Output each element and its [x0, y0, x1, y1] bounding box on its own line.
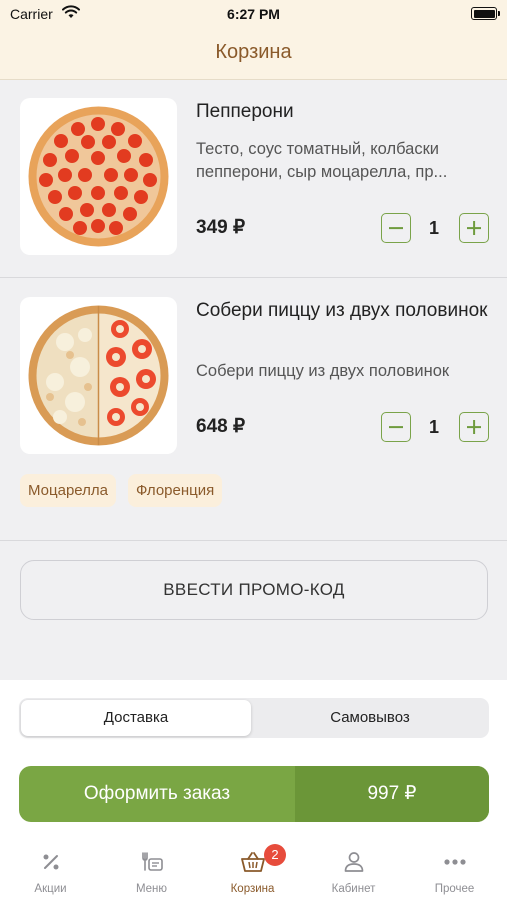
- quantity-value: 1: [428, 417, 439, 437]
- place-order-button[interactable]: Оформить заказ 997 ₽: [19, 766, 489, 822]
- tab-promotions[interactable]: Акции: [0, 840, 101, 900]
- item-description: Собери пиццу из двух половинок: [196, 362, 450, 380]
- pepperoni-pizza-image: [20, 98, 177, 255]
- plus-icon-vertical: [473, 420, 475, 434]
- decrease-quantity-button[interactable]: [381, 213, 411, 243]
- tab-label: Кабинет: [331, 883, 376, 895]
- cart-item[interactable]: Собери пиццу из двух половинок Собери пи…: [0, 279, 507, 541]
- topping-tag: Моцарелла: [20, 474, 116, 507]
- item-price: 349 ₽: [196, 217, 246, 238]
- half-half-pizza-image: [20, 297, 177, 454]
- navigation-bar: Корзина: [0, 30, 507, 80]
- item-name: Собери пиццу из двух половинок: [196, 300, 488, 321]
- status-bar: Carrier 6:27 PM: [0, 0, 507, 30]
- enter-promo-code-button[interactable]: ВВЕСТИ ПРОМО-КОД: [20, 560, 488, 620]
- increase-quantity-button[interactable]: [459, 412, 489, 442]
- order-total: 997 ₽: [295, 766, 489, 822]
- item-description: Тесто, соус томатный, колбаски пепперони…: [196, 140, 448, 181]
- quantity-value: 1: [428, 218, 439, 238]
- pizza-illustration: [28, 305, 169, 446]
- cart-count-badge: 2: [264, 844, 286, 866]
- pickup-option[interactable]: Самовывоз: [253, 700, 487, 736]
- item-price: 648 ₽: [196, 416, 246, 437]
- tab-label: Меню: [135, 883, 168, 895]
- delivery-option[interactable]: Доставка: [21, 700, 251, 736]
- place-order-label: Оформить заказ: [83, 783, 231, 804]
- minus-icon: [389, 227, 403, 229]
- topping-tag: Флоренция: [128, 474, 223, 507]
- item-name: Пепперони: [196, 101, 294, 122]
- percent-icon: [43, 854, 58, 870]
- tab-label: Прочее: [434, 883, 475, 895]
- menu-food-icon: [141, 852, 163, 871]
- cart-item[interactable]: Пепперони Тесто, соус томатный, колбаски…: [0, 80, 507, 278]
- tab-label: Акции: [34, 883, 67, 895]
- tab-account[interactable]: Кабинет: [303, 840, 404, 900]
- minus-icon: [389, 426, 403, 428]
- increase-quantity-button[interactable]: [459, 213, 489, 243]
- plus-icon-vertical: [473, 221, 475, 235]
- basket-icon: [240, 852, 265, 872]
- tab-more[interactable]: Прочее: [404, 840, 505, 900]
- page-title: Корзина: [215, 41, 292, 63]
- tab-label: Корзина: [230, 883, 275, 895]
- checkout-panel: Доставка Самовывоз Оформить заказ 997 ₽ …: [0, 680, 507, 900]
- delivery-method-selector[interactable]: Доставка Самовывоз: [19, 698, 489, 738]
- decrease-quantity-button[interactable]: [381, 412, 411, 442]
- tab-cart[interactable]: 2 Корзина: [202, 840, 303, 900]
- pizza-illustration: [28, 106, 169, 247]
- person-icon: [344, 852, 363, 872]
- more-dots-icon: [443, 859, 466, 865]
- status-time: 6:27 PM: [227, 6, 280, 22]
- tab-menu[interactable]: Меню: [101, 840, 202, 900]
- tab-bar: Акции Меню 2 Корзина Кабинет Прочее: [0, 840, 507, 900]
- battery-icon: [471, 7, 500, 20]
